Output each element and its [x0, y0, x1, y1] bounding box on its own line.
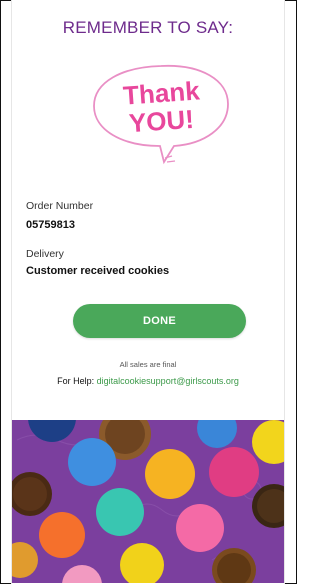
you-text: YOU! — [128, 104, 195, 138]
help-line: For Help: digitalcookiesupport@girlscout… — [12, 376, 284, 386]
cookie-pattern-banner — [12, 420, 284, 583]
help-prefix: For Help: — [57, 376, 97, 386]
thank-you-speech-bubble-icon: Thank YOU! — [93, 65, 229, 165]
order-number-value: 05759813 — [26, 219, 75, 231]
done-button[interactable]: DONE — [73, 304, 246, 338]
delivery-label: Delivery — [26, 248, 64, 260]
delivery-value: Customer received cookies — [26, 265, 170, 277]
sales-final-notice: All sales are final — [119, 360, 177, 369]
help-email-link[interactable]: digitalcookiesupport@girlscouts.org — [97, 376, 239, 386]
page-title: REMEMBER TO SAY: — [62, 18, 234, 37]
cookie-pattern-icon — [12, 420, 284, 583]
order-number-label: Order Number — [26, 200, 94, 212]
